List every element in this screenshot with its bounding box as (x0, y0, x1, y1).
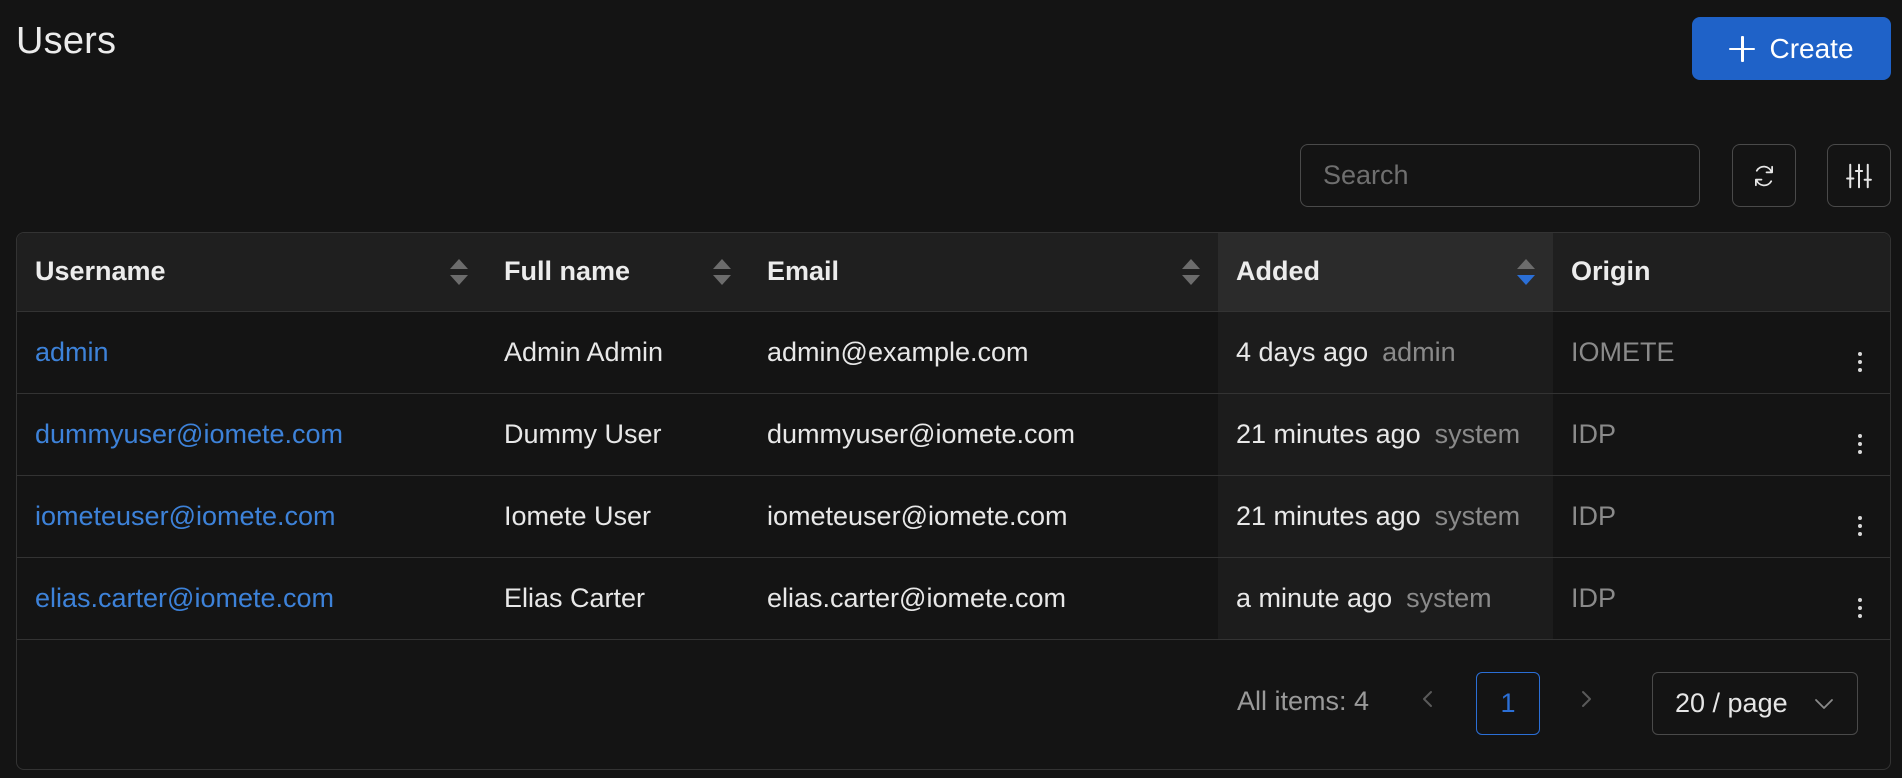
added-time: a minute ago (1236, 582, 1393, 613)
users-page: Users Create Search Username Full name E… (0, 0, 1902, 778)
email-cell: elias.carter@iomete.com (749, 557, 1218, 640)
row-actions (1827, 475, 1890, 558)
row-actions (1827, 557, 1890, 640)
table-row: elias.carter@iomete.com Elias Carter eli… (17, 557, 1890, 640)
sort-icon[interactable] (450, 258, 468, 286)
column-header-actions (1827, 233, 1890, 312)
table-row: admin Admin Admin admin@example.com 4 da… (17, 311, 1890, 394)
total-items-count: All items: 4 (1237, 686, 1370, 716)
username-link[interactable]: dummyuser@iomete.com (35, 419, 343, 449)
origin-cell: IOMETE (1553, 311, 1827, 394)
added-by: system (1434, 418, 1521, 449)
added-cell: a minute ago system (1218, 557, 1553, 640)
full-name-cell: Iomete User (486, 475, 749, 558)
column-header-label: Full name (504, 256, 631, 287)
previous-page-button[interactable] (1408, 674, 1448, 724)
full-name-cell: Elias Carter (486, 557, 749, 640)
column-header-origin: Origin (1553, 233, 1827, 312)
sort-icon[interactable] (1517, 258, 1535, 286)
row-actions (1827, 311, 1890, 394)
email-cell: admin@example.com (749, 311, 1218, 394)
email-cell: iometeuser@iomete.com (749, 475, 1218, 558)
email-cell: dummyuser@iomete.com (749, 393, 1218, 476)
column-header-full-name[interactable]: Full name (486, 233, 749, 312)
create-button[interactable]: Create (1692, 17, 1891, 80)
added-cell: 4 days ago admin (1218, 311, 1553, 394)
origin-cell: IDP (1553, 475, 1827, 558)
added-time: 21 minutes ago (1236, 418, 1421, 449)
kebab-icon[interactable] (1857, 516, 1862, 536)
origin-cell: IDP (1553, 557, 1827, 640)
kebab-icon[interactable] (1857, 434, 1862, 454)
added-by: system (1406, 582, 1492, 613)
kebab-icon[interactable] (1857, 598, 1862, 618)
table-row: dummyuser@iomete.com Dummy User dummyuse… (17, 393, 1890, 476)
column-header-added[interactable]: Added (1218, 233, 1553, 312)
added-cell: 21 minutes ago system (1218, 393, 1553, 476)
column-header-email[interactable]: Email (749, 233, 1218, 312)
origin-cell: IDP (1553, 393, 1827, 476)
added-cell: 21 minutes ago system (1218, 475, 1553, 558)
column-header-label: Added (1236, 256, 1320, 287)
added-by: admin (1382, 336, 1456, 367)
column-header-label: Email (767, 256, 840, 287)
column-header-label: Origin (1571, 256, 1651, 287)
row-actions (1827, 393, 1890, 476)
added-time: 21 minutes ago (1236, 500, 1421, 531)
sliders-icon (1846, 163, 1872, 188)
refresh-icon (1755, 165, 1773, 186)
full-name-cell: Admin Admin (486, 311, 749, 394)
chevron-down-icon (1815, 698, 1833, 709)
table-header-row: Username Full name Email Added Origin (17, 233, 1890, 312)
table-row: iometeuser@iomete.com Iomete User iomete… (17, 475, 1890, 558)
column-header-label: Username (35, 256, 166, 287)
kebab-icon[interactable] (1857, 352, 1862, 372)
page-number-button[interactable]: 1 (1476, 672, 1540, 735)
next-page-button[interactable] (1566, 674, 1606, 724)
chevron-left-icon (1423, 691, 1432, 707)
page-title: Users (16, 20, 117, 62)
plus-icon (1729, 35, 1756, 62)
sort-icon[interactable] (713, 258, 731, 286)
column-settings-button[interactable] (1827, 144, 1891, 207)
refresh-button[interactable] (1732, 144, 1796, 207)
column-header-username[interactable]: Username (17, 233, 486, 312)
page-size-select[interactable]: 20 / page (1652, 672, 1858, 735)
added-time: 4 days ago (1236, 336, 1369, 367)
search-input[interactable] (1300, 144, 1700, 207)
username-link[interactable]: elias.carter@iomete.com (35, 583, 334, 613)
create-button-label: Create (1769, 32, 1854, 64)
pagination: All items: 4 1 20 / page (16, 640, 1891, 770)
chevron-right-icon (1582, 691, 1591, 707)
added-by: system (1434, 500, 1521, 531)
page-size-value: 20 / page (1675, 688, 1788, 718)
username-link[interactable]: iometeuser@iomete.com (35, 501, 336, 531)
full-name-cell: Dummy User (486, 393, 749, 476)
username-link[interactable]: admin (35, 337, 109, 367)
sort-icon[interactable] (1182, 258, 1200, 286)
